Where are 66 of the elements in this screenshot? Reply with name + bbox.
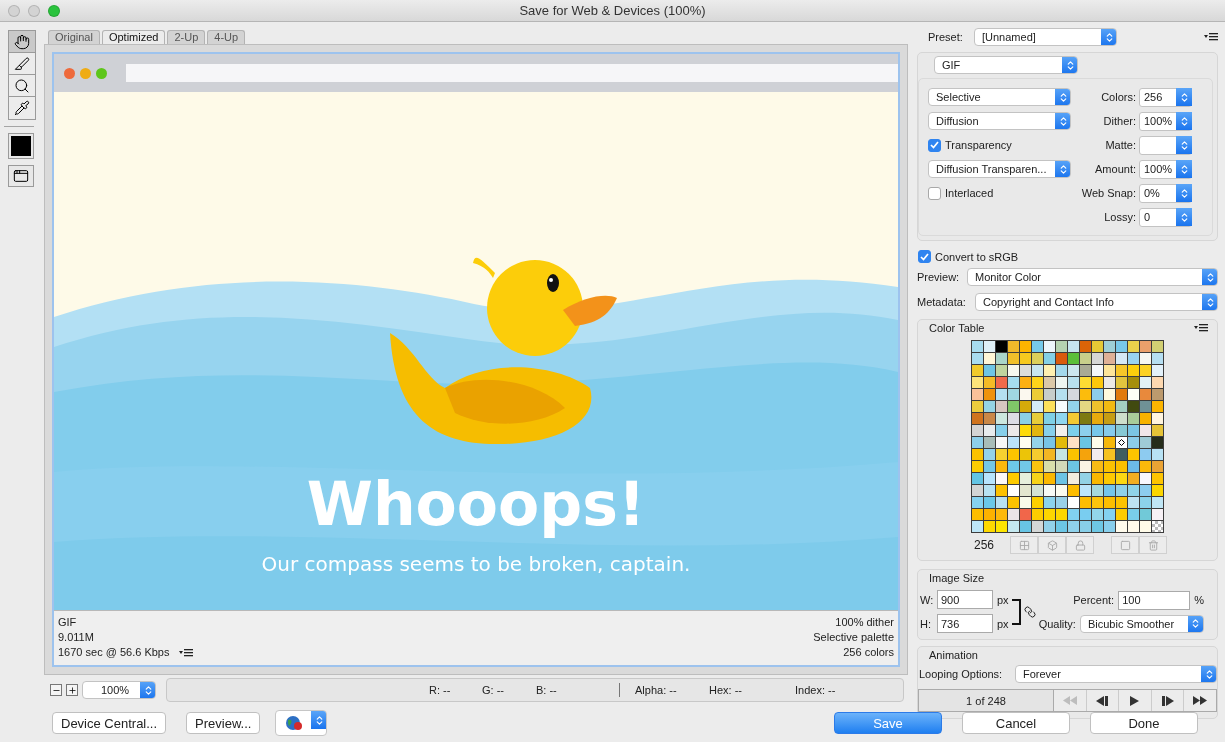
- combo-field[interactable]: 0: [1139, 207, 1192, 227]
- dialog-button[interactable]: Preview...: [186, 712, 261, 734]
- field-label: Amount:: [1094, 163, 1136, 175]
- file-info-text: GIF: [58, 615, 77, 630]
- dropdown[interactable]: Bicubic Smoother: [1079, 614, 1204, 633]
- unit-label: %: [1194, 594, 1204, 606]
- dropdown[interactable]: Diffusion Transparen...: [928, 160, 1071, 178]
- dialog-button[interactable]: Cancel: [962, 712, 1070, 734]
- frame-counter: 1 of 248: [919, 690, 1054, 711]
- dropdown[interactable]: [Unnamed]: [974, 28, 1117, 46]
- dropdown[interactable]: Selective: [928, 88, 1071, 106]
- field-label: Dither:: [1102, 115, 1136, 127]
- dropdown[interactable]: Copyright and Contact Info: [975, 293, 1218, 311]
- field-label: Lossy:: [1103, 211, 1136, 223]
- readout-text: Alpha: --: [635, 684, 678, 696]
- dropdown[interactable]: GIF: [934, 56, 1078, 74]
- optimization-info-text: 100% dither: [835, 615, 894, 630]
- field-label: Looping Options:: [919, 668, 1004, 680]
- view-tab[interactable]: 4-Up: [207, 30, 246, 44]
- readout-text: G: --: [482, 684, 505, 696]
- unit-label: px: [997, 593, 1009, 606]
- dialog-button[interactable]: Device Central...: [52, 712, 167, 734]
- headline: Whooops!: [306, 470, 646, 538]
- unit-label: px: [997, 617, 1009, 630]
- view-tab[interactable]: Optimized: [101, 30, 166, 44]
- readout-text: R: --: [429, 684, 452, 696]
- input-field[interactable]: 736: [937, 614, 993, 633]
- message-text: Our compass seems to be broken, captain.: [261, 552, 691, 576]
- dropdown[interactable]: Monitor Color: [967, 268, 1218, 286]
- checkbox-label: Convert to sRGB: [935, 250, 1019, 263]
- field-label: W:: [920, 593, 933, 606]
- dialog-button[interactable]: Done: [1090, 712, 1198, 734]
- readout-text: Index: --: [795, 684, 837, 696]
- checkbox-label: Interlaced: [945, 187, 994, 199]
- group-title: Animation: [929, 649, 978, 661]
- field-label: Percent:: [1073, 594, 1115, 606]
- readout-text: Hex: --: [709, 684, 743, 696]
- field-label: Web Snap:: [1080, 187, 1136, 199]
- field-label: Quality:: [1038, 617, 1076, 630]
- field-label: Preset:: [928, 31, 964, 43]
- checkbox-label: Transparency: [945, 139, 1012, 151]
- color-count: 256: [974, 538, 996, 552]
- readout-text: B: --: [536, 684, 558, 696]
- field-label: Metadata:: [917, 296, 967, 308]
- field-label: Matte:: [1104, 139, 1136, 151]
- window-title: Save for Web & Devices (100%): [518, 3, 707, 18]
- input-field[interactable]: 900: [937, 590, 993, 609]
- combo-field[interactable]: 0%: [1139, 183, 1192, 203]
- view-tab[interactable]: Original: [48, 30, 100, 44]
- optimization-info-text: Selective palette: [813, 630, 894, 645]
- file-info-text: 9.011M: [58, 630, 94, 645]
- dropdown[interactable]: Diffusion: [928, 112, 1071, 130]
- combo-field[interactable]: 100%: [1139, 111, 1192, 131]
- group-title: Color Table: [929, 322, 985, 334]
- group-title: Image Size: [929, 572, 985, 584]
- field-label: H:: [920, 617, 932, 630]
- optimization-info-text: 256 colors: [843, 645, 894, 660]
- input-field[interactable]: 100: [1118, 590, 1191, 610]
- field-label: Preview:: [917, 271, 961, 283]
- view-tab[interactable]: 2-Up: [167, 30, 206, 44]
- zoom-dropdown[interactable]: 100%: [82, 681, 156, 699]
- field-label: Colors:: [1100, 91, 1136, 103]
- dropdown[interactable]: Forever: [1015, 665, 1217, 683]
- file-info-text: 1670 sec @ 56.6 Kbps: [58, 645, 170, 660]
- combo-field[interactable]: 100%: [1139, 159, 1192, 179]
- combo-field[interactable]: 256: [1139, 87, 1192, 107]
